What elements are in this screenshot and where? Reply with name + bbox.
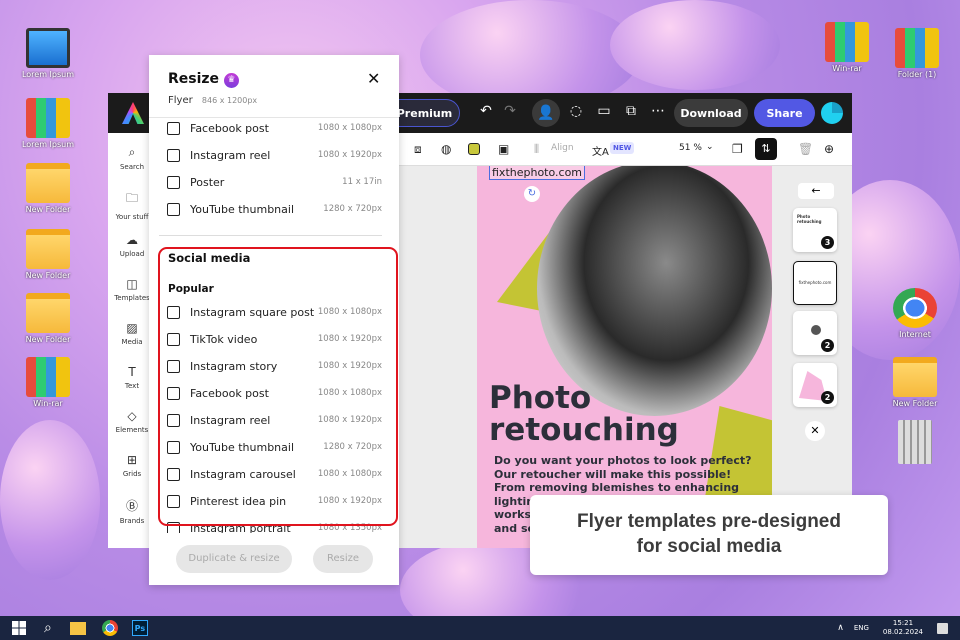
premium-crown-icon: ♛ — [223, 73, 239, 88]
more-icon[interactable]: ⋯ — [648, 103, 668, 119]
desktop-icon-binder[interactable]: Lorem Ipsum — [13, 98, 83, 149]
undo-icon[interactable]: ↶ — [476, 103, 496, 119]
chrome-icon[interactable] — [101, 620, 118, 636]
align-label[interactable]: Align — [551, 143, 574, 153]
resize-button[interactable]: Resize — [313, 545, 373, 573]
invite-user-icon[interactable]: 👤 — [532, 99, 560, 127]
lightbulb-icon[interactable]: ◌ — [566, 103, 586, 119]
desktop-icon-folder[interactable]: New Folder — [13, 163, 83, 214]
file-explorer-icon[interactable] — [69, 621, 86, 635]
size-option[interactable]: YouTube thumbnail 1280 x 720px — [167, 199, 382, 219]
checkbox[interactable] — [167, 121, 180, 135]
fill-color-swatch[interactable] — [468, 143, 480, 155]
page-thumbnail[interactable]: 2 — [793, 363, 837, 407]
desktop-icon-computer[interactable]: Lorem Ipsum — [13, 28, 83, 79]
checkbox[interactable] — [167, 175, 180, 189]
download-button[interactable]: Download — [674, 99, 748, 127]
desktop-icon-folder[interactable]: New Folder — [13, 293, 83, 344]
desktop-icon-winrar[interactable]: Win-rar — [13, 357, 83, 408]
recycle-bin-icon[interactable] — [880, 420, 950, 466]
translate-icon[interactable]: 文A — [592, 143, 609, 158]
caption-box: Flyer templates pre-designed for social m… — [530, 495, 888, 575]
flyer-canvas[interactable]: fixthephoto.com ↻ Photo retouching Do yo… — [477, 166, 772, 548]
clock[interactable]: 15:21 08.02.2024 — [883, 619, 923, 637]
subsection-heading: Popular — [168, 283, 214, 295]
desktop-icon-folder[interactable]: New Folder — [13, 229, 83, 280]
back-button[interactable]: ← — [798, 183, 834, 199]
flyer-url-text[interactable]: fixthephoto.com — [489, 166, 586, 180]
desktop-icon-winrar[interactable]: Win-rar — [812, 22, 882, 73]
left-sidebar: ⌕ Search 🗀 Your stuff ☁ Upload ◫ Templates ▨… — [108, 133, 150, 548]
comment-icon[interactable]: ▭ — [594, 103, 614, 119]
page-thumbnail[interactable]: Photo retouching 3 — [793, 208, 837, 252]
delete-icon[interactable]: 🗑 — [798, 142, 813, 156]
new-badge: NEW — [610, 142, 635, 154]
size-option[interactable]: Poster 11 x 17in — [167, 172, 382, 192]
align-icon[interactable]: ⫴ — [534, 142, 539, 157]
taskbar: ⌕ Ps ∧ ENG 15:21 08.02.2024 — [0, 616, 960, 640]
chevron-down-icon[interactable]: ⌄ — [706, 142, 714, 152]
size-option[interactable]: Facebook post 1080 x 1080px — [167, 118, 382, 138]
add-icon[interactable]: ⊕ — [824, 142, 834, 156]
portrait-photo — [537, 166, 772, 416]
bg-bubble — [0, 420, 100, 580]
pages-icon[interactable]: ❐ — [732, 142, 743, 156]
border-icon[interactable]: ▣ — [498, 142, 509, 156]
footer-divider — [149, 533, 399, 545]
list-divider — [159, 235, 382, 236]
page-thumbnail-selected[interactable]: fixthephoto.com — [793, 261, 837, 305]
checkbox[interactable] — [167, 148, 180, 162]
resize-icon[interactable]: ⧈ — [414, 142, 422, 157]
close-icon[interactable]: ✕ — [367, 69, 380, 88]
doc-type: Flyer — [168, 95, 193, 106]
palette-icon[interactable]: ◍ — [441, 142, 451, 156]
desktop-icon-chrome[interactable]: Internet — [880, 288, 950, 339]
zoom-level[interactable]: 51 % — [679, 143, 702, 153]
windows-start-icon[interactable] — [12, 621, 26, 635]
desktop-icon-folder[interactable]: New Folder — [880, 357, 950, 408]
present-icon[interactable]: ⧉ — [621, 103, 641, 119]
flyer-headline: retouching — [489, 412, 679, 448]
section-heading: Social media — [168, 251, 251, 265]
photoshop-icon[interactable]: Ps — [131, 620, 148, 636]
resize-panel: Resize ♛ ✕ Flyer 846 x 1200px Facebook p… — [149, 55, 399, 585]
adobe-express-logo[interactable] — [122, 102, 144, 124]
duplicate-resize-button[interactable]: Duplicate & resize — [176, 545, 292, 573]
bg-bubble — [610, 0, 780, 90]
desktop-icon-binder[interactable]: Folder (1) — [882, 28, 952, 79]
redo-icon[interactable]: ↷ — [500, 103, 520, 119]
checkbox[interactable] — [167, 202, 180, 216]
language-indicator[interactable]: ENG — [854, 624, 869, 632]
size-option[interactable]: Instagram reel 1080 x 1920px — [167, 145, 382, 165]
layout-icon[interactable]: ⇅ — [755, 138, 777, 160]
rotate-handle-icon[interactable]: ↻ — [524, 186, 540, 202]
flyer-headline: Photo — [489, 380, 592, 416]
page-thumbnail[interactable]: 2 — [793, 311, 837, 355]
share-button[interactable]: Share — [754, 99, 815, 127]
close-pages-button[interactable]: ✕ — [805, 421, 825, 441]
notification-icon[interactable] — [937, 622, 948, 634]
tray-chevron-icon[interactable]: ∧ — [837, 623, 844, 633]
panel-title: Resize ♛ — [168, 71, 239, 88]
search-icon[interactable]: ⌕ — [44, 620, 52, 636]
doc-size: 846 x 1200px — [201, 96, 258, 105]
avatar[interactable] — [821, 102, 843, 124]
